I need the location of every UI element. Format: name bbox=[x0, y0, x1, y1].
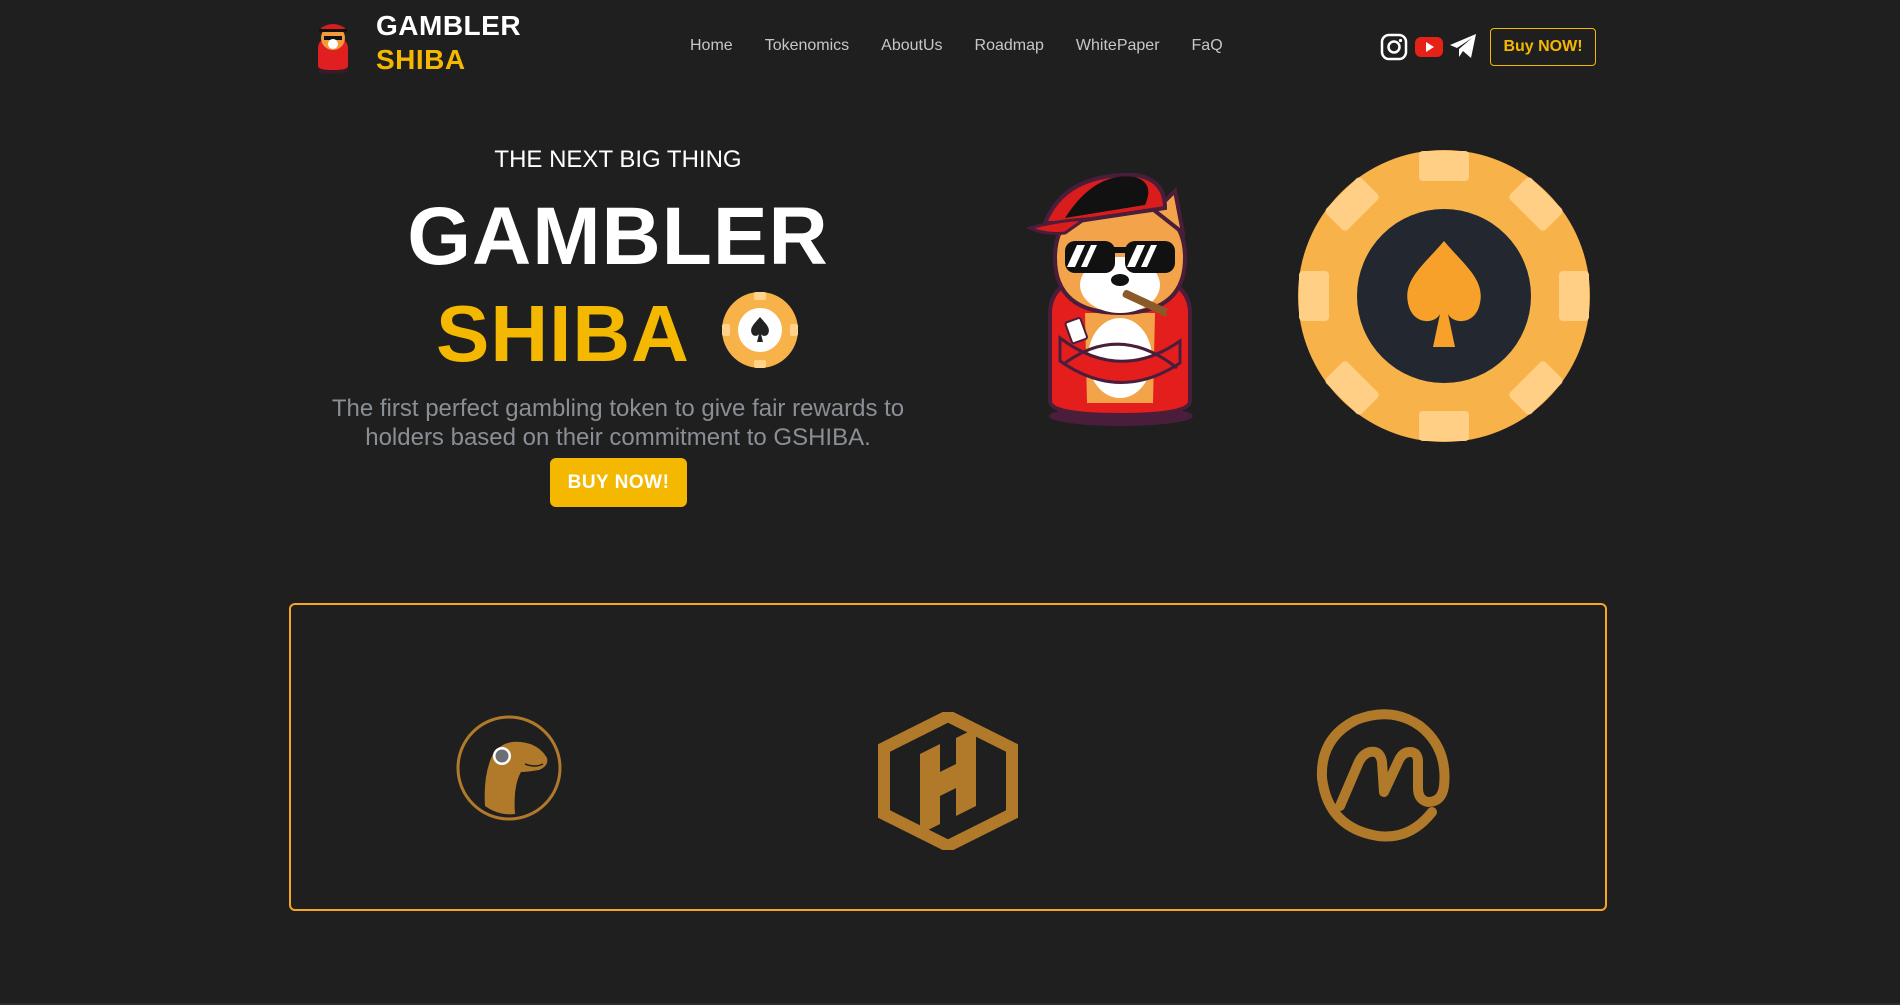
hero-subtitle: THE NEXT BIG THING bbox=[494, 146, 742, 173]
poker-chip-small-icon bbox=[721, 291, 799, 374]
nav-whitepaper[interactable]: WhitePaper bbox=[1076, 37, 1160, 55]
shiba-mascot-illustration bbox=[1025, 163, 1195, 433]
brand-name-line2[interactable]: SHIBA bbox=[376, 44, 466, 76]
hero-title-line1: GAMBLER bbox=[407, 191, 829, 282]
coinmarketcap-icon[interactable] bbox=[1314, 706, 1456, 853]
nav-home[interactable]: Home bbox=[690, 37, 733, 55]
hero-buy-button[interactable]: BUY NOW! bbox=[550, 458, 687, 507]
telegram-icon[interactable] bbox=[1448, 32, 1478, 65]
nav-roadmap[interactable]: Roadmap bbox=[975, 37, 1044, 55]
hotbit-icon[interactable] bbox=[878, 709, 1018, 855]
brand-name-line1[interactable]: GAMBLER bbox=[376, 10, 521, 42]
nav-tokenomics[interactable]: Tokenomics bbox=[765, 37, 849, 55]
nav-aboutus[interactable]: AboutUs bbox=[881, 37, 942, 55]
poker-chip-large-icon bbox=[1297, 149, 1591, 448]
hero-title-line2: SHIBA bbox=[436, 289, 690, 378]
coingecko-icon[interactable] bbox=[455, 714, 563, 827]
instagram-icon[interactable] bbox=[1380, 33, 1408, 66]
hero-description-line1: The first perfect gambling token to give… bbox=[331, 395, 905, 422]
hero-description-line2: holders based on their commitment to GSH… bbox=[365, 424, 871, 451]
youtube-icon[interactable] bbox=[1414, 35, 1444, 64]
nav-faq[interactable]: FaQ bbox=[1192, 37, 1223, 55]
header-buy-button[interactable]: Buy NOW! bbox=[1490, 28, 1596, 66]
hero-description: The first perfect gambling token to give… bbox=[310, 394, 926, 452]
main-nav: Home Tokenomics AboutUs Roadmap WhitePap… bbox=[690, 37, 1255, 55]
logo-mascot[interactable] bbox=[312, 18, 354, 74]
